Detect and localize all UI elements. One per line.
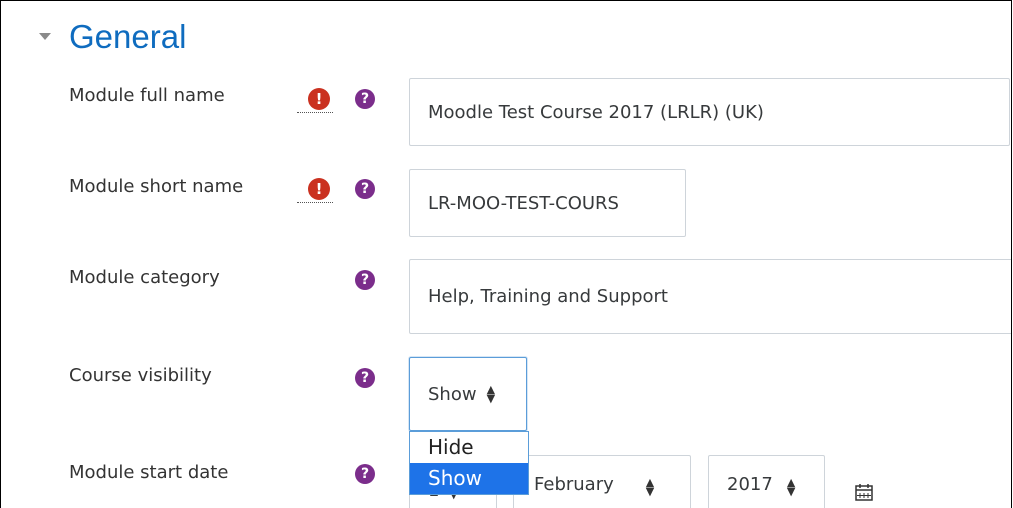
start-month-select[interactable]: February ▲ ▼: [513, 455, 691, 508]
category-label: Module category: [69, 267, 220, 288]
required-icon[interactable]: !: [308, 88, 330, 110]
select-arrows-icon: ▲▼: [645, 476, 655, 498]
help-icon[interactable]: ?: [355, 368, 375, 388]
select-arrows-icon: ▲▼: [786, 476, 796, 498]
short-name-label: Module short name: [69, 176, 244, 197]
visibility-dropdown: Hide Show: [409, 431, 529, 495]
visibility-option-hide[interactable]: Hide: [410, 432, 528, 463]
help-icon[interactable]: ?: [355, 179, 375, 199]
full-name-input[interactable]: Moodle Test Course 2017 (LRLR) (UK): [409, 78, 1010, 146]
collapse-arrow-icon[interactable]: [39, 33, 51, 40]
start-year-select[interactable]: 2017 ▲ ▼: [708, 455, 825, 508]
category-select[interactable]: Help, Training and Support: [409, 259, 1011, 334]
start-month-value: February: [534, 474, 614, 495]
short-name-input[interactable]: LR-MOO-TEST-COURS: [409, 169, 686, 237]
help-icon[interactable]: ?: [355, 89, 375, 109]
required-icon[interactable]: !: [308, 178, 330, 200]
select-arrows-icon: ▲▼: [486, 383, 496, 405]
calendar-icon[interactable]: [854, 482, 874, 502]
required-underline: [297, 112, 333, 113]
help-icon[interactable]: ?: [355, 270, 375, 290]
start-date-label: Module start date: [69, 462, 229, 483]
full-name-label: Module full name: [69, 85, 225, 106]
visibility-option-show[interactable]: Show: [410, 463, 528, 494]
section-title-general[interactable]: General: [69, 17, 186, 57]
required-underline: [297, 202, 333, 203]
visibility-label: Course visibility: [69, 365, 212, 386]
course-settings-form: General Module full name ! ? Moodle Test…: [0, 0, 1012, 508]
start-year-value: 2017: [727, 474, 773, 495]
visibility-select[interactable]: Show ▲ ▼: [409, 357, 527, 431]
visibility-select-value: Show: [428, 383, 477, 405]
help-icon[interactable]: ?: [355, 464, 375, 484]
